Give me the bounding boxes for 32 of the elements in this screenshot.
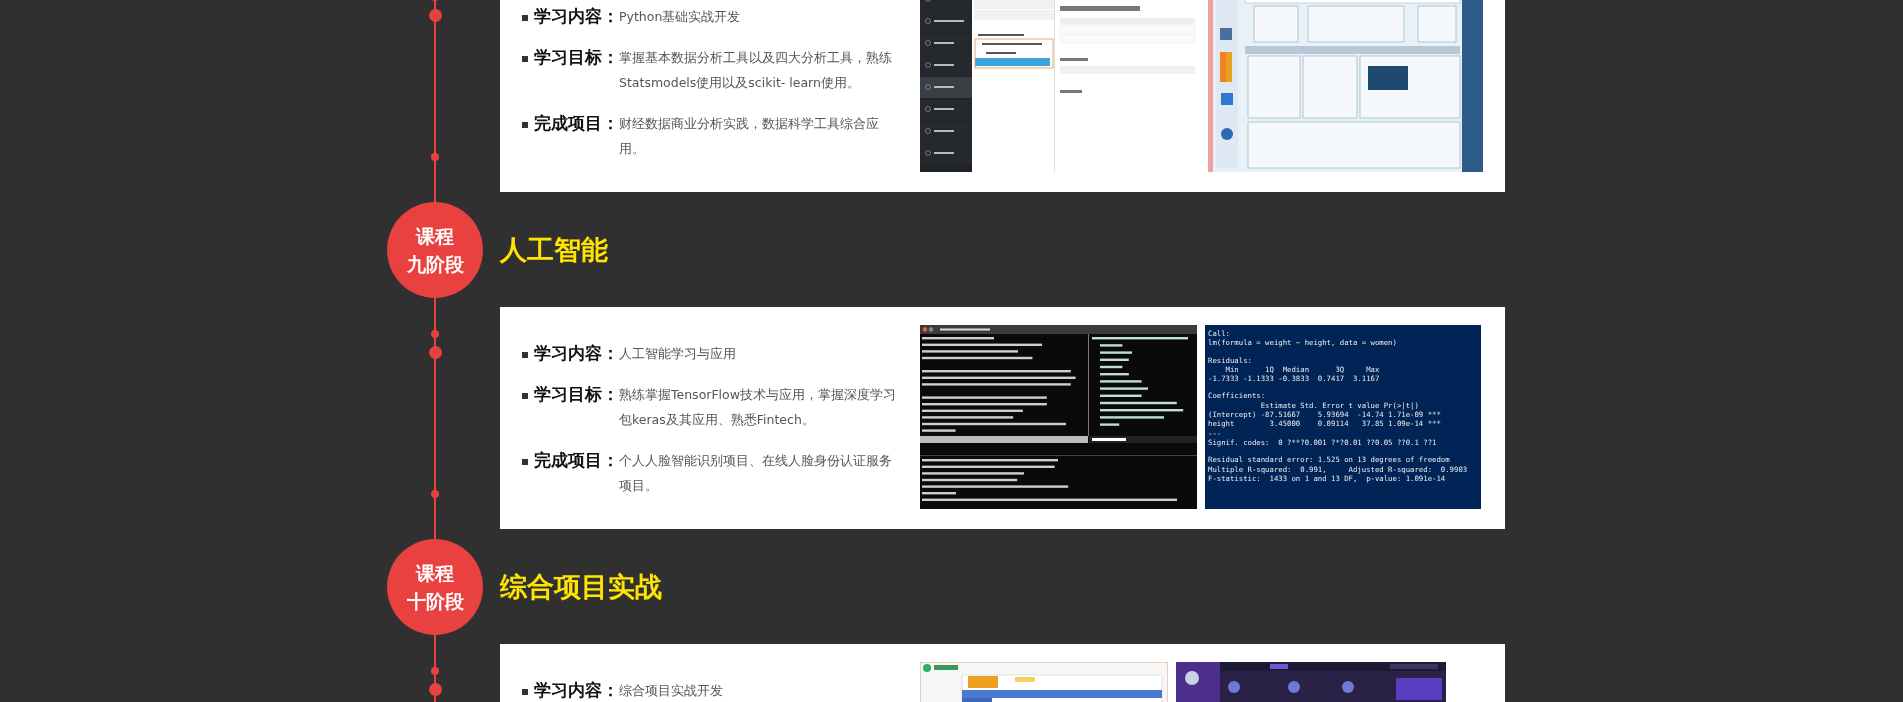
stage-badge: 课程 十阶段 xyxy=(387,538,483,635)
item-text: 财经数据商业分析实践，数据科学工具综合应用。 xyxy=(619,115,880,158)
bullet-icon xyxy=(522,689,528,695)
bullet-icon xyxy=(522,56,528,62)
item-label: 完成项目： xyxy=(534,112,619,135)
item-label: 学习目标： xyxy=(534,383,619,406)
stage-title: 综合项目实战 xyxy=(500,569,662,604)
item-text: 熟练掌握TensorFlow技术与应用，掌握深度学习包keras及其应用、熟悉Fintech。 xyxy=(619,386,897,429)
item-label: 学习内容： xyxy=(534,342,619,365)
item-text: 掌握基本数据分析工具以及四大分析工具，熟练Statsmodels使用以及scikit- learn使用。 xyxy=(619,49,893,92)
item-text: Python基础实战开发 xyxy=(619,8,742,26)
item-text: 人工智能学习与应用 xyxy=(619,345,737,363)
stage-title: 人工智能 xyxy=(500,232,608,267)
timeline-dot xyxy=(428,683,442,696)
item-label: 学习内容： xyxy=(534,5,619,28)
bullet-icon xyxy=(522,352,528,358)
item-label: 学习目标： xyxy=(534,46,619,69)
item-text: 综合项目实战开发 xyxy=(619,682,724,700)
item-text: 个人人脸智能识别项目、在线人脸身份认证服务项目。 xyxy=(619,452,893,495)
bullet-icon xyxy=(522,459,528,465)
item-label: 学习内容： xyxy=(534,679,619,702)
item-label: 完成项目： xyxy=(534,449,619,472)
timeline-dot xyxy=(431,153,439,161)
timeline-dot xyxy=(428,346,442,359)
bullet-icon xyxy=(522,15,528,21)
timeline-dot xyxy=(431,667,439,675)
stage-badge: 课程 九阶段 xyxy=(387,201,483,298)
timeline-dot xyxy=(428,9,442,22)
timeline-dot xyxy=(431,490,439,498)
bullet-icon xyxy=(522,393,528,399)
timeline-dot xyxy=(431,330,439,338)
bullet-icon xyxy=(522,122,528,128)
